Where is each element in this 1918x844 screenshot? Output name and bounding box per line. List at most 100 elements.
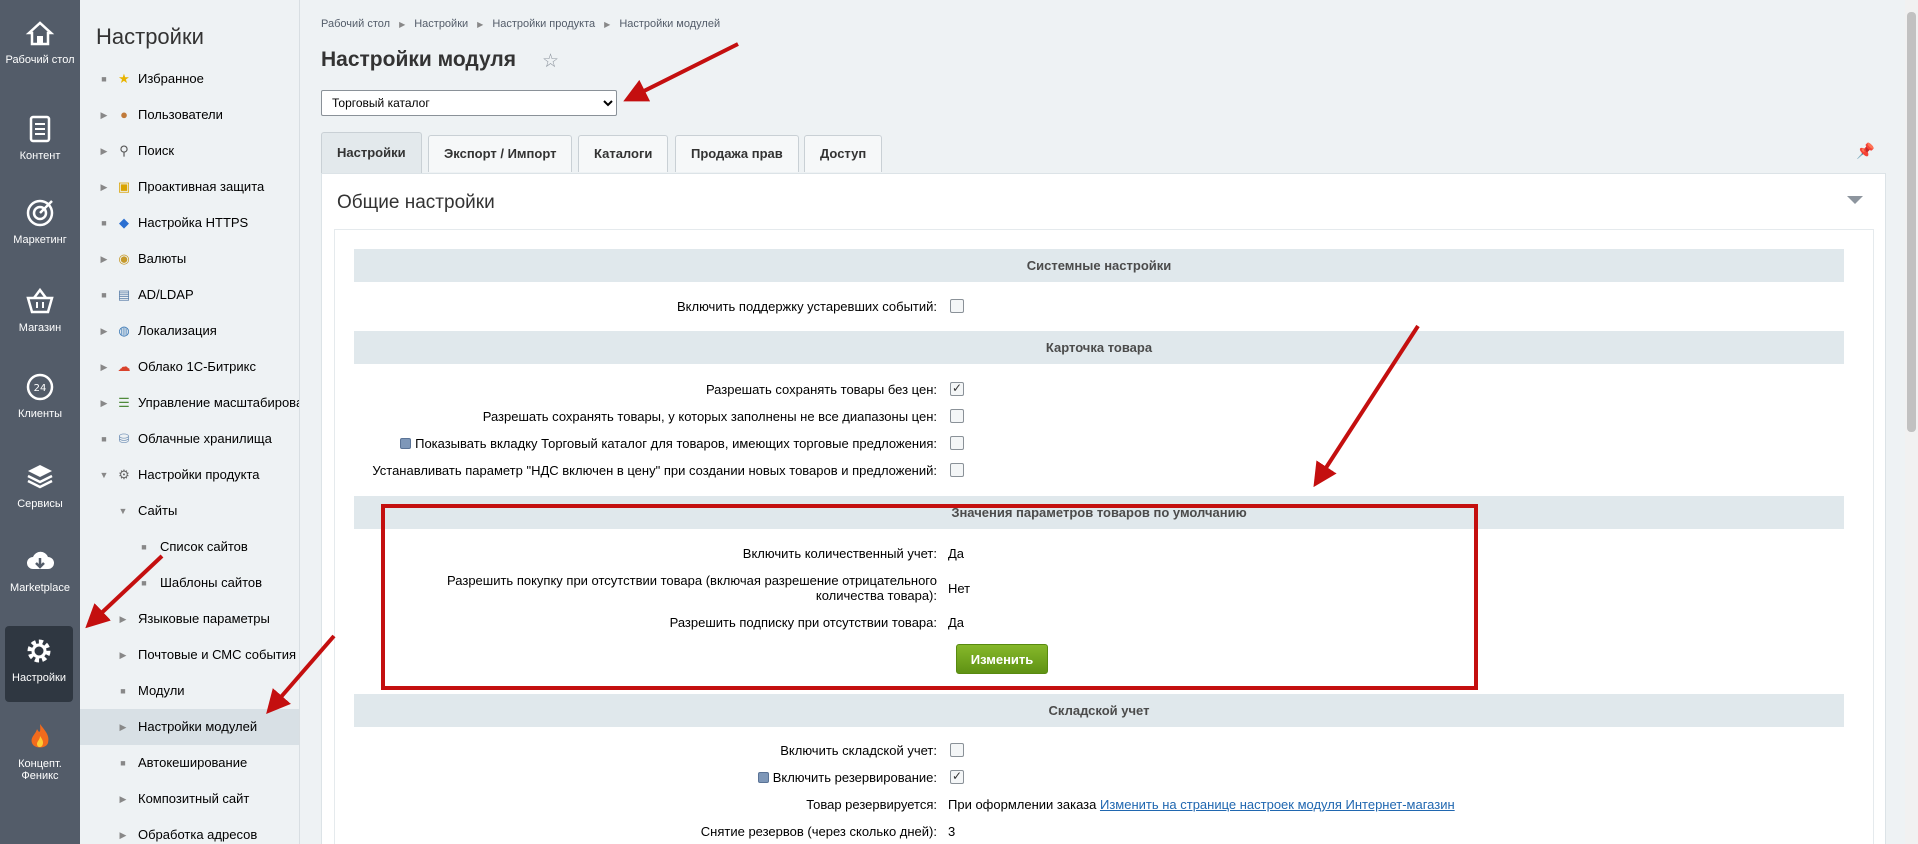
sidebar-item-ldap[interactable]: ■ ▤ AD/LDAP bbox=[80, 277, 299, 313]
expand-arrow-icon[interactable]: ▶ bbox=[99, 349, 109, 385]
rail-item-desktop[interactable]: Рабочий стол bbox=[0, 18, 80, 66]
expand-arrow-icon[interactable]: ▶ bbox=[99, 385, 109, 421]
breadcrumb-item[interactable]: Настройки модулей bbox=[619, 18, 720, 30]
collapse-arrow-icon[interactable]: ▼ bbox=[118, 493, 128, 529]
expand-arrow-icon[interactable]: ▶ bbox=[99, 313, 109, 349]
rail-item-clients[interactable]: 24 Клиенты bbox=[0, 372, 80, 420]
sidebar-item-search[interactable]: ▶ ⚲ Поиск bbox=[80, 133, 299, 169]
rail-item-phoenix[interactable]: Концепт. Феникс bbox=[0, 722, 80, 782]
sidebar-item-users[interactable]: ▶ ● Пользователи bbox=[80, 97, 299, 133]
sidebar-item-label: Настройки продукта bbox=[138, 467, 260, 482]
rail-item-services[interactable]: Сервисы bbox=[0, 462, 80, 510]
tab-export-import[interactable]: Экспорт / Импорт bbox=[428, 135, 573, 172]
breadcrumb-item[interactable]: Рабочий стол bbox=[321, 18, 390, 30]
collapse-arrow-icon[interactable]: ▼ bbox=[99, 457, 109, 493]
rail-item-label: Маркетинг bbox=[13, 234, 67, 246]
breadcrumb-separator-icon: ▶ bbox=[604, 20, 611, 29]
sale-module-settings-link[interactable]: Изменить на странице настроек модуля Инт… bbox=[1100, 797, 1455, 812]
sidebar-item-currencies[interactable]: ▶ ◉ Валюты bbox=[80, 241, 299, 277]
breadcrumb-separator-icon: ▶ bbox=[399, 20, 406, 29]
sidebar-item-label: Автокеширование bbox=[138, 755, 248, 770]
rail-item-label: Контент bbox=[19, 150, 61, 162]
expand-arrow-icon[interactable]: ▶ bbox=[118, 781, 128, 817]
save-partial-ranges-checkbox[interactable] bbox=[950, 409, 964, 423]
sidebar-item-favorites[interactable]: ■ ★ Избранное bbox=[80, 61, 299, 97]
breadcrumb-item[interactable]: Настройки продукта bbox=[492, 18, 595, 30]
rail-item-settings[interactable]: Настройки bbox=[5, 626, 73, 702]
setting-label: Разрешать сохранять товары без цен: bbox=[705, 382, 937, 397]
rail-item-content[interactable]: Контент bbox=[0, 114, 80, 162]
sidebar-item-module-settings[interactable]: ▶ Настройки модулей bbox=[80, 709, 299, 745]
edit-button[interactable]: Изменить bbox=[956, 644, 1048, 674]
setting-label: Включить резервирование: bbox=[772, 770, 937, 785]
sidebar-item-cloud[interactable]: ▶ ☁ Облако 1С-Битрикс bbox=[80, 349, 299, 385]
svg-text:24: 24 bbox=[34, 383, 47, 394]
bullet-icon: ■ bbox=[141, 578, 147, 588]
page-scrollbar[interactable] bbox=[1905, 0, 1918, 844]
setting-label: Разрешать сохранять товары, у которых за… bbox=[482, 409, 937, 424]
sidebar-item-label: Избранное bbox=[138, 71, 204, 86]
page-title: Настройки модуля bbox=[321, 48, 517, 71]
section-header-defaults: Значения параметров товаров по умолчанию bbox=[354, 496, 1844, 529]
breadcrumb-item[interactable]: Настройки bbox=[414, 18, 468, 30]
expand-arrow-icon[interactable]: ▶ bbox=[99, 169, 109, 205]
coin-icon: ◉ bbox=[118, 251, 130, 266]
sidebar-item-modules[interactable]: ■ Модули bbox=[80, 673, 299, 709]
sidebar-item-cloud-storage[interactable]: ■ ⛁ Облачные хранилища bbox=[80, 421, 299, 457]
expand-arrow-icon[interactable]: ▶ bbox=[118, 817, 128, 844]
save-no-price-checkbox[interactable] bbox=[950, 381, 964, 396]
rail-item-marketplace[interactable]: Marketplace bbox=[0, 546, 80, 594]
sidebar-item-scaling[interactable]: ▶ ☰ Управление масштабирова bbox=[80, 385, 299, 421]
expand-arrow-icon[interactable]: ▶ bbox=[99, 241, 109, 277]
sidebar-item-sites[interactable]: ▼ Сайты bbox=[80, 493, 299, 529]
sidebar-item-proactive[interactable]: ▶ ▣ Проактивная защита bbox=[80, 169, 299, 205]
show-catalog-tab-checkbox[interactable] bbox=[950, 436, 964, 450]
expand-arrow-icon[interactable]: ▶ bbox=[118, 601, 128, 637]
sidebar-item-mail-events[interactable]: ▶ Почтовые и СМС события bbox=[80, 637, 299, 673]
sidebar-item-languages[interactable]: ▶ Языковые параметры bbox=[80, 601, 299, 637]
tab-settings[interactable]: Настройки bbox=[321, 132, 422, 173]
setting-label: Снятие резервов (через сколько дней): bbox=[700, 824, 937, 839]
vat-included-checkbox[interactable] bbox=[950, 463, 964, 477]
tab-catalogs[interactable]: Каталоги bbox=[578, 135, 669, 172]
collapse-triangle-icon[interactable] bbox=[1847, 196, 1863, 204]
sidebar-item-address-processing[interactable]: ▶ Обработка адресов bbox=[80, 817, 299, 844]
setting-value-text: При оформлении заказа bbox=[948, 797, 1097, 812]
help-hint-icon[interactable] bbox=[757, 772, 769, 783]
tab-license-sales[interactable]: Продажа прав bbox=[675, 135, 799, 172]
tab-access[interactable]: Доступ bbox=[804, 135, 883, 172]
setting-value: 3 bbox=[948, 824, 956, 839]
sidebar-item-composite[interactable]: ▶ Композитный сайт bbox=[80, 781, 299, 817]
sidebar-item-site-list[interactable]: ■ Список сайтов bbox=[80, 529, 299, 565]
sidebar-item-localization[interactable]: ▶ ◍ Локализация bbox=[80, 313, 299, 349]
rail-item-shop[interactable]: Магазин bbox=[0, 286, 80, 334]
left-rail: Рабочий стол Контент Маркетинг Магазин 2… bbox=[0, 0, 80, 844]
sidebar-item-product-settings[interactable]: ▼ ⚙ Настройки продукта bbox=[80, 457, 299, 493]
panel-inner-frame bbox=[334, 229, 1874, 844]
rail-item-marketing[interactable]: Маркетинг bbox=[0, 198, 80, 246]
pin-icon[interactable]: 📌 bbox=[1856, 142, 1875, 160]
old-events-checkbox[interactable] bbox=[950, 299, 964, 313]
expand-arrow-icon[interactable]: ▶ bbox=[99, 133, 109, 169]
expand-arrow-icon[interactable]: ▶ bbox=[99, 97, 109, 133]
store-control-checkbox[interactable] bbox=[950, 743, 964, 757]
sidebar-item-label: Настройки модулей bbox=[138, 719, 258, 734]
help-hint-icon[interactable] bbox=[400, 438, 412, 449]
favorite-star-icon[interactable]: ☆ bbox=[542, 50, 559, 73]
sidebar-item-label: Облачные хранилища bbox=[138, 431, 272, 446]
setting-label-with-hint: Включить резервирование: bbox=[757, 770, 937, 785]
reservation-checkbox[interactable] bbox=[950, 769, 964, 784]
module-select[interactable]: Торговый каталог bbox=[321, 90, 617, 116]
sidebar-title: Настройки bbox=[96, 24, 204, 49]
setting-label: Устанавливать параметр "НДС включен в це… bbox=[372, 463, 937, 478]
scrollbar-thumb[interactable] bbox=[1907, 12, 1916, 432]
sidebar-item-label: Модули bbox=[138, 683, 185, 698]
sidebar-item-https[interactable]: ■ ◆ Настройка HTTPS bbox=[80, 205, 299, 241]
expand-arrow-icon[interactable]: ▶ bbox=[118, 709, 128, 745]
storage-icon: ⛁ bbox=[118, 431, 130, 446]
bullet-icon: ■ bbox=[120, 758, 126, 768]
section-header-stock: Складской учет bbox=[354, 694, 1844, 727]
expand-arrow-icon[interactable]: ▶ bbox=[118, 637, 128, 673]
sidebar-item-site-templates[interactable]: ■ Шаблоны сайтов bbox=[80, 565, 299, 601]
sidebar-item-autocache[interactable]: ■ Автокеширование bbox=[80, 745, 299, 781]
